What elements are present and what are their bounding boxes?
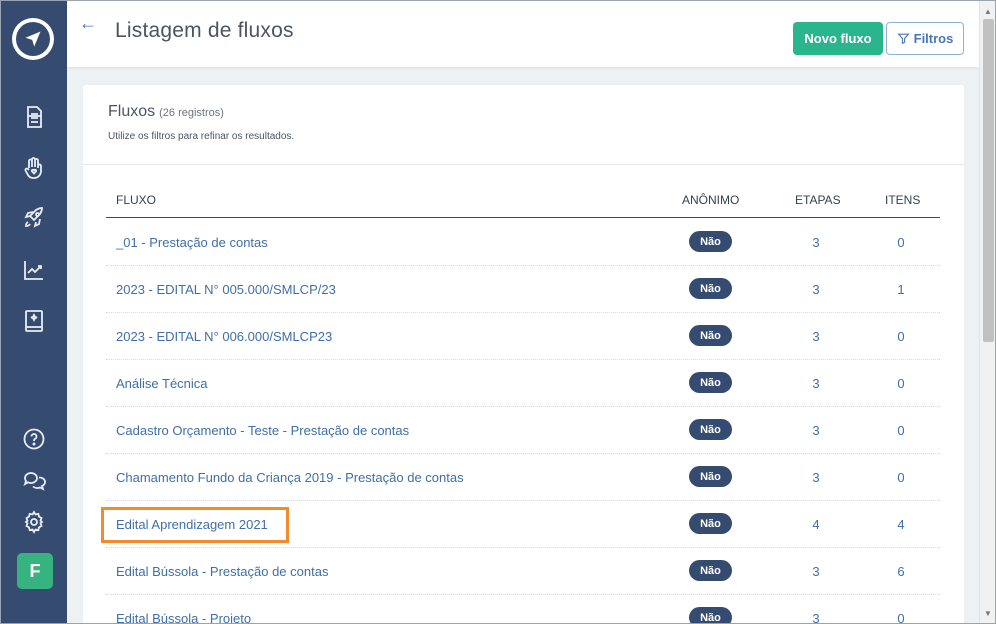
column-header-fluxo[interactable]: FLUXO (116, 193, 156, 207)
anonymous-badge: Não (689, 419, 732, 440)
back-arrow-icon[interactable]: ← (79, 13, 97, 34)
scrollbar-thumb[interactable] (983, 19, 994, 342)
itens-count[interactable]: 6 (891, 564, 911, 579)
card-title: Fluxos (26 registros) (108, 103, 224, 121)
user-avatar[interactable]: F (17, 553, 53, 589)
scroll-down-arrow-icon[interactable]: ▼ (984, 609, 992, 618)
table-row[interactable]: Chamamento Fundo da Criança 2019 - Prest… (106, 454, 940, 501)
gear-icon[interactable] (19, 507, 49, 537)
app-logo[interactable] (12, 18, 54, 60)
etapas-count[interactable]: 3 (806, 611, 826, 623)
top-bar: ← Listagem de fluxos Novo fluxo Filtros (67, 1, 979, 67)
table-row[interactable]: Edital Bússola - Prestação de contas Não 3… (106, 548, 940, 595)
anonymous-badge: Não (689, 325, 732, 346)
app-window: F ← Listagem de fluxos Novo fluxo Filtro… (0, 0, 996, 624)
table-row[interactable]: Cadastro Orçamento - Teste - Prestação d… (106, 407, 940, 454)
flows-card: Fluxos (26 registros) Utilize os filtros … (83, 85, 964, 623)
itens-count[interactable]: 0 (891, 423, 911, 438)
table-row[interactable]: Edital Bússola - Projeto Não 3 0 (106, 595, 940, 623)
flow-name-link[interactable]: 2023 - EDITAL N° 006.000/SMLCP23 (116, 329, 332, 344)
flow-name-link[interactable]: Edital Bússola - Prestação de contas (116, 564, 328, 579)
flow-name-link[interactable]: Cadastro Orçamento - Teste - Prestação d… (116, 423, 409, 438)
table-row[interactable]: 2023 - EDITAL N° 005.000/SMLCP/23 Não 3 1 (106, 266, 940, 313)
itens-count[interactable]: 0 (891, 235, 911, 250)
column-header-anonimo[interactable]: ANÔNIMO (682, 193, 739, 207)
itens-count[interactable]: 0 (891, 329, 911, 344)
new-flow-button[interactable]: Novo fluxo (793, 22, 883, 55)
flow-name-link[interactable]: Edital Bússola - Projeto (116, 611, 251, 623)
sidebar: F (1, 1, 67, 623)
etapas-count[interactable]: 3 (806, 423, 826, 438)
header-divider (106, 217, 940, 218)
column-header-etapas[interactable]: ETAPAS (795, 193, 841, 207)
itens-count[interactable]: 0 (891, 376, 911, 391)
card-subtitle: Utilize os filtros para refinar os resul… (108, 131, 295, 142)
flow-name-link[interactable]: Análise Técnica (116, 376, 208, 391)
flow-name-link[interactable]: _01 - Prestação de contas (116, 235, 268, 250)
column-header-itens[interactable]: ITENS (885, 193, 920, 207)
filter-icon (897, 33, 910, 45)
itens-count[interactable]: 0 (891, 470, 911, 485)
filter-button[interactable]: Filtros (886, 22, 964, 55)
table-row[interactable]: 2023 - EDITAL N° 006.000/SMLCP23 Não 3 0 (106, 313, 940, 360)
anonymous-badge: Não (689, 560, 732, 581)
rocket-icon[interactable] (19, 203, 49, 233)
anonymous-badge: Não (689, 231, 732, 252)
anonymous-badge: Não (689, 278, 732, 299)
record-count: (26 registros) (159, 107, 224, 119)
etapas-count[interactable]: 4 (806, 517, 826, 532)
filter-button-label: Filtros (913, 31, 954, 46)
flow-name-link[interactable]: 2023 - EDITAL N° 005.000/SMLCP/23 (116, 282, 336, 297)
etapas-count[interactable]: 3 (806, 282, 826, 297)
anonymous-badge: Não (689, 513, 732, 534)
etapas-count[interactable]: 3 (806, 235, 826, 250)
flow-name-link[interactable]: Chamamento Fundo da Criança 2019 - Prest… (116, 470, 464, 485)
etapas-count[interactable]: 3 (806, 470, 826, 485)
hand-heart-icon[interactable] (19, 153, 49, 183)
table-row[interactable]: _01 - Prestação de contas Não 3 0 (106, 219, 940, 266)
scroll-up-arrow-icon[interactable]: ▲ (984, 7, 992, 16)
scrollbar[interactable]: ▲ ▼ (979, 1, 995, 623)
highlight-box (101, 507, 289, 543)
chart-line-icon[interactable] (19, 255, 49, 285)
anonymous-badge: Não (689, 372, 732, 393)
chat-icon[interactable] (19, 466, 49, 496)
table-row[interactable]: Análise Técnica Não 3 0 (106, 360, 940, 407)
card-title-text: Fluxos (108, 103, 156, 120)
card-header: Fluxos (26 registros) Utilize os filtros … (83, 85, 964, 165)
itens-count[interactable]: 1 (891, 282, 911, 297)
page-title: Listagem de fluxos (115, 19, 294, 42)
document-icon[interactable] (19, 102, 49, 132)
itens-count[interactable]: 4 (891, 517, 911, 532)
anonymous-badge: Não (689, 607, 732, 623)
book-icon[interactable] (19, 306, 49, 336)
anonymous-badge: Não (689, 466, 732, 487)
etapas-count[interactable]: 3 (806, 376, 826, 391)
etapas-count[interactable]: 3 (806, 564, 826, 579)
help-icon[interactable] (19, 424, 49, 454)
itens-count[interactable]: 0 (891, 611, 911, 623)
etapas-count[interactable]: 3 (806, 329, 826, 344)
navigation-arrow-logo-icon (16, 22, 50, 56)
